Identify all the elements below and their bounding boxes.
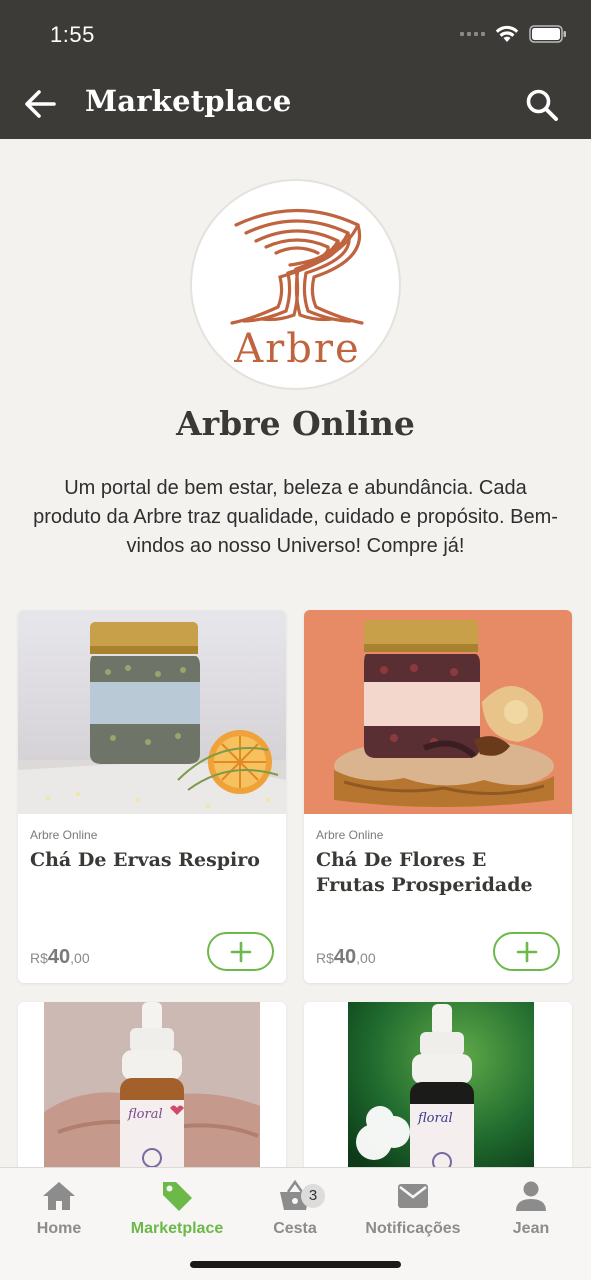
product-price: R$40,00 <box>30 946 90 969</box>
product-card[interactable]: Arbre Online Chá De Ervas Respiro R$40,0… <box>18 610 286 983</box>
nav-label: Marketplace <box>130 1220 224 1237</box>
plus-icon <box>516 941 537 962</box>
price-decimals: ,00 <box>70 950 90 966</box>
store-description: Um portal de bem estar, beleza e abundân… <box>33 477 558 557</box>
wifi-icon <box>495 25 519 42</box>
product-image[interactable]: floral <box>18 1002 286 1182</box>
price-currency: R$ <box>30 950 48 966</box>
store-logo: Arbre <box>190 179 401 390</box>
battery-icon <box>529 25 566 43</box>
tag-icon <box>163 1182 192 1211</box>
envelope-icon <box>398 1184 428 1208</box>
product-image[interactable]: floral <box>304 1002 572 1182</box>
product-name[interactable]: Chá De Ervas Respiro <box>30 848 275 873</box>
user-icon <box>516 1181 546 1211</box>
product-name[interactable]: Chá De Flores E Frutas Prosperidade <box>316 848 561 898</box>
plus-icon <box>230 941 251 962</box>
bottle-label-text: floral <box>417 1111 453 1126</box>
nav-cesta[interactable]: 3 Cesta <box>236 1176 354 1238</box>
back-arrow-icon[interactable] <box>22 86 58 122</box>
page-title: Marketplace <box>85 84 292 118</box>
nav-label: Jean <box>512 1220 550 1237</box>
product-card[interactable]: floral <box>18 1002 286 1182</box>
logo-wordmark: Arbre <box>233 326 360 372</box>
product-seller: Arbre Online <box>30 828 98 842</box>
store-name: Arbre Online <box>176 404 415 443</box>
arbre-logo-icon: Arbre <box>230 208 364 372</box>
cart-count-badge: 3 <box>301 1184 325 1208</box>
product-price: R$40,00 <box>316 946 376 969</box>
add-to-cart-button[interactable] <box>493 932 560 971</box>
product-image[interactable] <box>304 610 572 814</box>
home-icon <box>43 1182 75 1210</box>
price-decimals: ,00 <box>356 950 376 966</box>
nav-home[interactable]: Home <box>0 1176 118 1238</box>
bottle-label-text: floral <box>127 1107 163 1122</box>
nav-marketplace[interactable]: Marketplace <box>118 1176 236 1238</box>
price-integer: 40 <box>47 946 71 968</box>
add-to-cart-button[interactable] <box>207 932 274 971</box>
product-image[interactable] <box>18 610 286 814</box>
product-card[interactable]: Arbre Online Chá De Flores E Frutas Pros… <box>304 610 572 983</box>
status-indicators <box>460 24 567 44</box>
price-currency: R$ <box>316 950 334 966</box>
nav-label: Notificações <box>365 1220 461 1237</box>
cellular-signal-icon <box>460 32 485 36</box>
product-card[interactable]: floral <box>304 1002 572 1182</box>
nav-label: Cesta <box>273 1220 317 1237</box>
top-bar: 1:55 Marketplace <box>0 0 591 139</box>
home-indicator[interactable] <box>190 1261 401 1268</box>
price-integer: 40 <box>333 946 357 968</box>
status-time: 1:55 <box>50 22 95 47</box>
nav-label: Home <box>36 1220 82 1237</box>
nav-profile[interactable]: Jean <box>472 1176 590 1238</box>
nav-notificacoes[interactable]: Notificações <box>354 1176 472 1238</box>
search-icon[interactable] <box>525 88 559 122</box>
product-seller: Arbre Online <box>316 828 384 842</box>
